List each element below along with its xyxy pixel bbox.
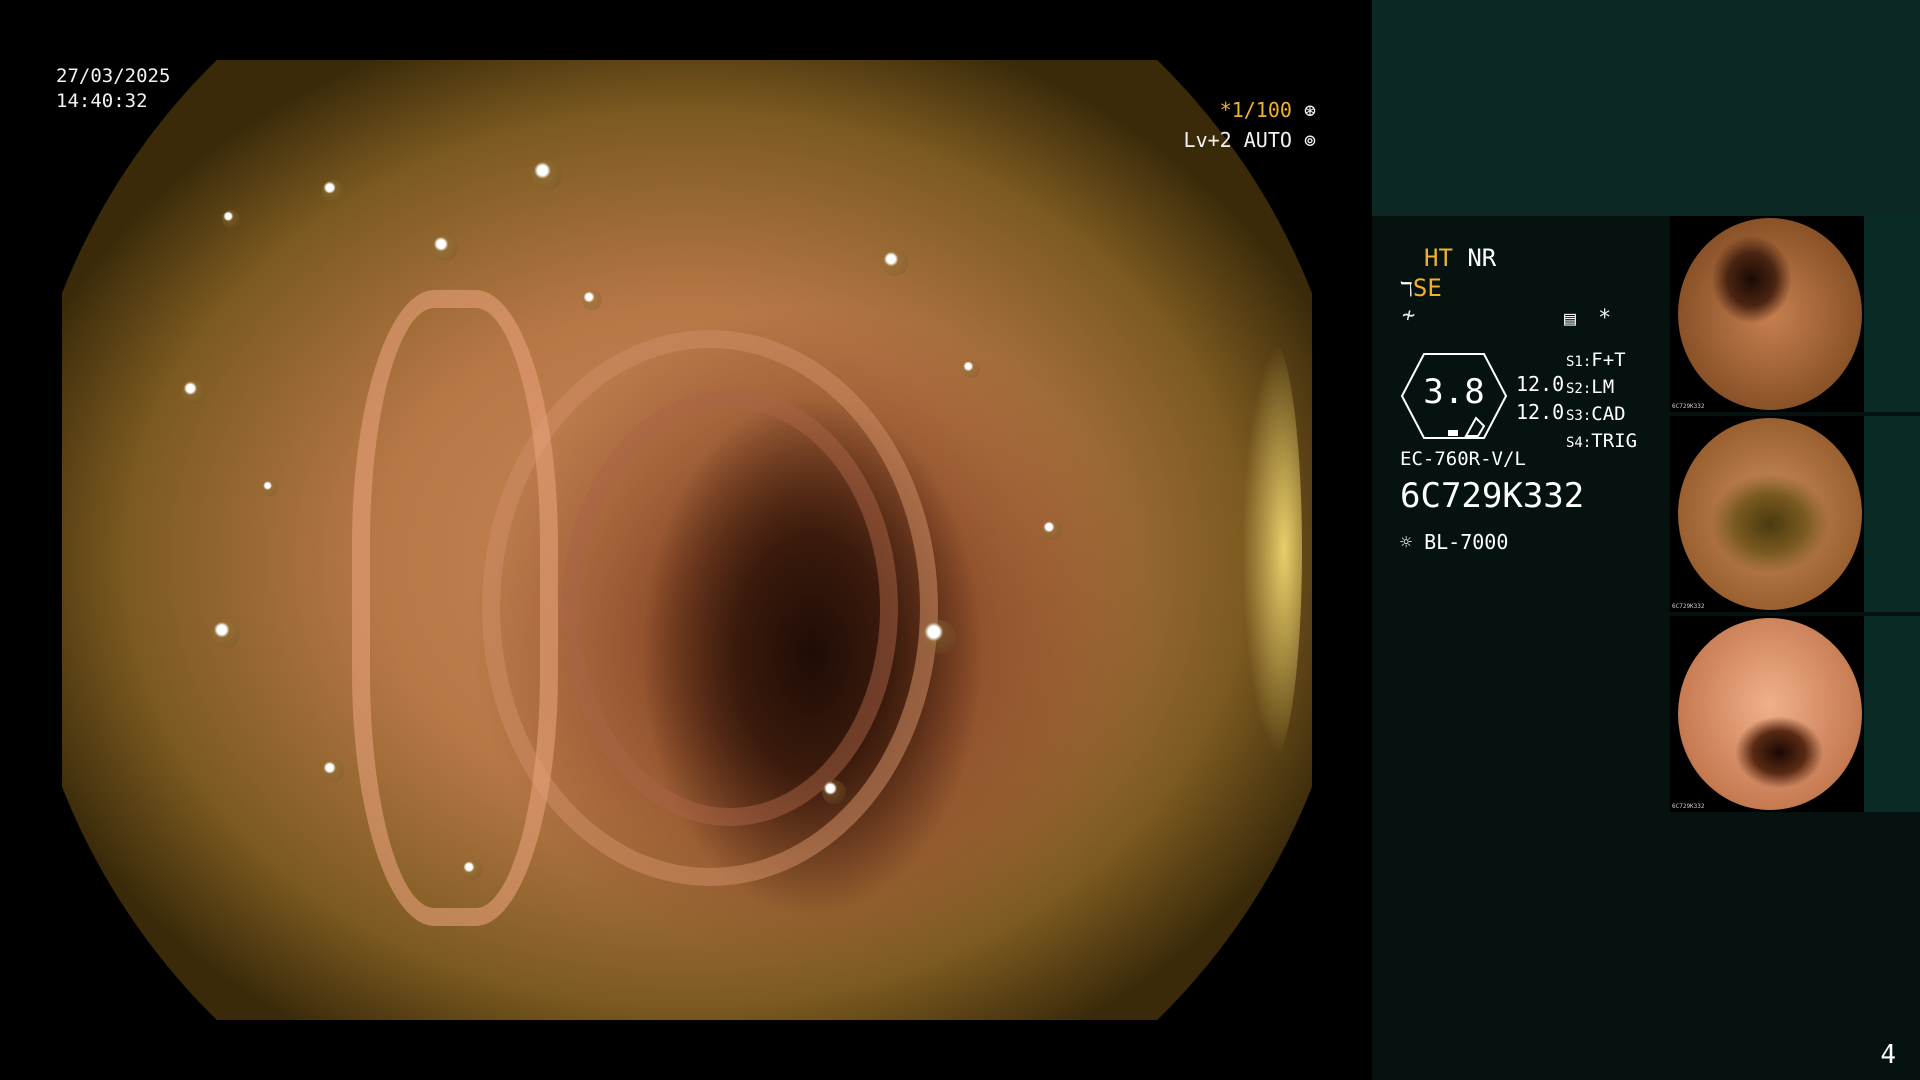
bubble [532,160,562,190]
record-icon: ▤ [1564,306,1577,330]
thumbnail-strip [1864,216,1920,412]
bubble [222,210,240,228]
switch-row: S4:TRIG [1566,430,1638,452]
gauge-secondary-values: 12.0 12.0 [1516,370,1564,426]
bubble [182,380,206,404]
shutter-readout: *1/100 ⊛ [1220,98,1316,122]
thumbnail-image [1678,618,1862,810]
page-number: 4 [1880,1040,1896,1070]
iris-icon: ⊚ [1303,128,1316,152]
switch-assignments: S1:F+T S2:LM S3:CAD S4:TRIG [1566,348,1637,456]
date-time-readout: 27/03/2025 14:40:32 [56,64,170,114]
bubble [822,780,846,804]
endoscopy-view: 27/03/2025 14:40:32 *1/100 ⊛ Lv+2 AUTO ⊚ [0,0,1372,1080]
thumbnail-2[interactable]: 6C729K332 [1670,416,1920,612]
thumbnail-image [1678,218,1862,410]
bubble [1042,520,1062,540]
thumbnail-strip [1864,616,1920,812]
mucosal-fold [352,290,558,926]
switch-row: S2:LM [1566,376,1615,398]
scope-model: EC-760R-V/L [1400,448,1526,470]
switch-row: S3:CAD [1566,403,1626,425]
thumbnail-3[interactable]: 6C729K332 [1670,616,1920,812]
level-text: Lv+2 AUTO [1183,128,1292,152]
date-text: 27/03/2025 [56,65,171,87]
aperture-icon: ⊛ [1303,98,1316,122]
bubble [882,250,908,276]
shutter-text: *1/100 [1219,98,1292,122]
ht-nr-row: HT NR [1424,243,1496,273]
switch-row: S1:F+T [1566,349,1626,371]
bubble [462,860,482,880]
bubble [322,180,344,202]
bubble [212,620,240,648]
nr-label: NR [1467,244,1497,272]
thumbnail-caption: 6C729K332 [1672,803,1705,810]
color-mode-icon: ≁ [1402,303,1416,328]
thumbnail-caption: 6C729K332 [1672,603,1705,610]
thumbnail-1[interactable]: 6C729K332 [1670,216,1920,412]
bubble [922,620,956,654]
light-source-icon: ☼ [1400,530,1413,554]
mucosal-fold [562,390,898,826]
level-readout: Lv+2 AUTO ⊚ [1184,128,1316,152]
scope-serial: 6C729K332 [1400,476,1585,516]
se-label: SE [1412,274,1442,302]
star-marker: * [1598,306,1612,331]
gauge-value-1: 12.0 [1516,372,1565,396]
rim-highlight [1242,340,1302,760]
thumbnail-image [1678,418,1862,610]
bubble [432,235,458,261]
bubble [322,760,344,782]
bubble [962,360,980,378]
endoscope-image [62,60,1312,1020]
structure-icon: ℸ [1400,277,1413,301]
gauge-value-2: 12.0 [1516,400,1565,424]
gauge-value: 3.8 [1423,372,1485,412]
light-source-row: ☼ BL-7000 [1400,530,1508,554]
side-panel-header-area [1372,0,1920,216]
bubble [262,480,278,496]
bubble [582,290,602,310]
se-row: ℸSE [1400,273,1442,304]
light-source-label: BL-7000 [1424,530,1509,554]
thumbnail-caption: 6C729K332 [1672,403,1705,410]
ht-label: HT [1424,244,1453,272]
thumbnail-strip [1864,416,1920,612]
time-text: 14:40:32 [56,90,148,112]
